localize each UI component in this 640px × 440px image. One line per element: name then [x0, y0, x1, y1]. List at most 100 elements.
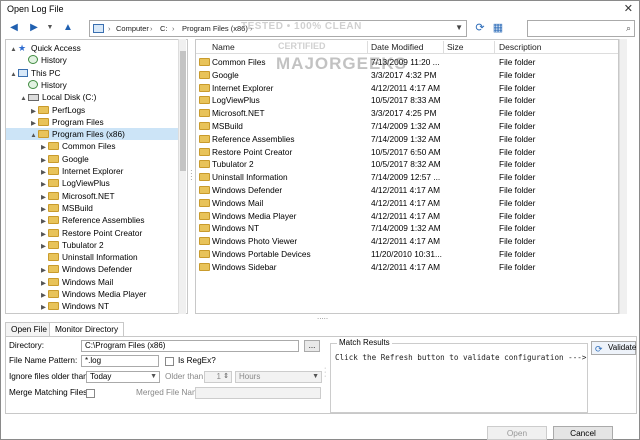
- breadcrumb-folder[interactable]: Program Files (x86): [182, 24, 248, 33]
- file-row[interactable]: Restore Point Creator 10/5/2017 6:50 AM Fi…: [196, 146, 618, 159]
- folder-icon: [199, 134, 210, 143]
- tree-item[interactable]: ▶ Windows Mail: [6, 276, 178, 288]
- file-row[interactable]: LogViewPlus 10/5/2017 8:33 AM File folder: [196, 94, 618, 107]
- column-divider: [494, 41, 495, 53]
- view-icon[interactable]: ▦: [491, 21, 505, 35]
- forward-arrow-icon[interactable]: ▶: [27, 21, 41, 35]
- file-row[interactable]: Windows Media Player 4/12/2011 4:17 AM Fil…: [196, 210, 618, 223]
- file-row[interactable]: MSBuild 7/14/2009 1:32 AM File folder: [196, 120, 618, 133]
- folder-icon: [199, 224, 210, 233]
- expand-icon[interactable]: ▶: [39, 302, 48, 313]
- file-description: File folder: [499, 82, 536, 93]
- file-name: Windows Media Player: [212, 210, 297, 221]
- cancel-button[interactable]: Cancel: [553, 426, 613, 440]
- file-row[interactable]: Microsoft.NET 3/3/2017 4:25 PM File folder: [196, 107, 618, 120]
- folder-icon: [199, 96, 210, 105]
- tree-item[interactable]: ▶ MSBuild: [6, 202, 178, 214]
- file-name: Windows Portable Devices: [212, 249, 311, 259]
- breadcrumb-drive[interactable]: C:: [160, 24, 168, 33]
- pattern-field[interactable]: *.log: [81, 355, 159, 367]
- tree-item[interactable]: Uninstall Information: [6, 251, 178, 263]
- file-row[interactable]: Common Files 7/13/2009 11:20 ... File fold…: [196, 56, 618, 69]
- up-arrow-icon[interactable]: ▲: [61, 21, 75, 35]
- ignore-select[interactable]: Today ▼: [86, 371, 160, 383]
- file-row[interactable]: Uninstall Information 7/14/2009 12:57 ...…: [196, 171, 618, 184]
- file-row[interactable]: Windows Sidebar 4/12/2011 4:17 AM File fol…: [196, 261, 618, 274]
- column-divider: [367, 41, 368, 53]
- regex-checkbox[interactable]: [165, 357, 174, 366]
- merged-name-field[interactable]: [195, 387, 321, 399]
- tree-item[interactable]: ▶ Windows Media Player: [6, 288, 178, 300]
- vertical-splitter[interactable]: · · · ·: [188, 39, 194, 314]
- refresh-icon: ⟳: [595, 344, 603, 354]
- tree-item[interactable]: ▶ Windows Defender: [6, 263, 178, 275]
- computer-icon: [18, 68, 28, 77]
- tree-item[interactable]: History: [6, 79, 178, 91]
- breadcrumb-computer[interactable]: Computer: [116, 24, 149, 33]
- recent-dropdown-icon[interactable]: ▼: [43, 21, 57, 35]
- file-row[interactable]: Windows Photo Viewer 4/12/2011 4:17 AM Fil…: [196, 235, 618, 248]
- address-bar[interactable]: › Computer › C: › Program Files (x86) › …: [89, 20, 467, 37]
- file-row[interactable]: Windows Portable Devices 11/20/2010 10:31…: [196, 248, 618, 261]
- tree-item[interactable]: ▲ This PC: [6, 67, 178, 79]
- file-name: Reference Assemblies: [212, 133, 295, 144]
- tree-item[interactable]: ▶ Internet Explorer: [6, 165, 178, 177]
- column-header-size[interactable]: Size: [447, 42, 464, 52]
- tree-item[interactable]: ▲★ Quick Access: [6, 42, 178, 54]
- tree-item[interactable]: ▶ Tubulator 2: [6, 239, 178, 251]
- date-modified: 4/12/2011 4:17 AM: [371, 236, 441, 247]
- file-list-scrollbar[interactable]: [619, 39, 627, 314]
- search-icon: ⌕: [625, 23, 631, 33]
- tree-item[interactable]: ▶ Reference Assemblies: [6, 214, 178, 226]
- file-row[interactable]: Reference Assemblies 7/14/2009 1:32 AM Fil…: [196, 133, 618, 146]
- file-row[interactable]: Windows NT 7/14/2009 1:32 AM File folder: [196, 222, 618, 235]
- match-results-message: Click the Refresh button to validate con…: [335, 353, 587, 362]
- back-arrow-icon[interactable]: ◀: [7, 21, 21, 35]
- file-row[interactable]: Windows Mail 4/12/2011 4:17 AM File folder: [196, 197, 618, 210]
- open-button[interactable]: Open: [487, 426, 547, 440]
- tree-item[interactable]: ▲ Local Disk (C:): [6, 91, 178, 103]
- tree-scrollbar-thumb[interactable]: [180, 51, 186, 171]
- file-name: Restore Point Creator: [212, 146, 293, 157]
- tree-item[interactable]: History: [6, 54, 178, 66]
- panel-splitter[interactable]: · · ·: [324, 365, 326, 380]
- file-name: Windows Defender: [212, 185, 283, 195]
- tree-item[interactable]: ▶ LogViewPlus: [6, 177, 178, 189]
- regex-label: Is RegEx?: [178, 356, 216, 365]
- tree-item-label: History: [41, 79, 67, 90]
- search-input[interactable]: ⌕: [527, 20, 635, 37]
- tree-item[interactable]: ▶ Program Files: [6, 116, 178, 128]
- tree-item[interactable]: ▶ Windows NT: [6, 300, 178, 312]
- tree-item[interactable]: ▶ Google: [6, 153, 178, 165]
- directory-field[interactable]: C:\Program Files (x86): [81, 340, 299, 352]
- older-than-stepper[interactable]: 1 ⇕: [204, 371, 232, 383]
- tree-item[interactable]: ▶ PerfLogs: [6, 104, 178, 116]
- tree-item[interactable]: ▶ Microsoft.NET: [6, 190, 178, 202]
- file-row[interactable]: Google 3/3/2017 4:32 PM File folder: [196, 69, 618, 82]
- tree-item[interactable]: ▲ Program Files (x86): [6, 128, 178, 141]
- file-row[interactable]: Tubulator 2 10/5/2017 8:32 AM File folder: [196, 158, 618, 171]
- file-row[interactable]: Internet Explorer 4/12/2011 4:17 AM File f…: [196, 82, 618, 95]
- validate-button[interactable]: ⟳ Validate: [591, 341, 636, 355]
- column-header-date-modified[interactable]: Date Modified: [371, 42, 423, 52]
- address-dropdown-icon[interactable]: ▼: [455, 23, 463, 32]
- tree-item[interactable]: ▶ Restore Point Creator: [6, 227, 178, 239]
- tab-open-file[interactable]: Open File: [5, 322, 53, 336]
- merge-checkbox[interactable]: [86, 389, 95, 398]
- refresh-icon[interactable]: ⟳: [473, 21, 487, 35]
- date-modified: 7/14/2009 1:32 AM: [371, 121, 441, 131]
- breadcrumb-separator: ›: [108, 24, 111, 33]
- tree-item-label: Microsoft.NET: [62, 190, 115, 201]
- older-unit-select[interactable]: Hours ▼: [235, 371, 322, 383]
- column-header-description[interactable]: Description: [499, 42, 542, 52]
- tree-scrollbar[interactable]: [178, 39, 186, 314]
- browse-button[interactable]: ...: [304, 340, 320, 352]
- horizontal-splitter[interactable]: .....: [5, 312, 637, 322]
- tree-item[interactable]: ▶ Common Files: [6, 140, 178, 152]
- date-modified: 11/20/2010 10:31...: [371, 249, 442, 259]
- tab-monitor-directory[interactable]: Monitor Directory: [49, 322, 125, 337]
- breadcrumb-separator: ›: [172, 24, 175, 33]
- file-row[interactable]: Windows Defender 4/12/2011 4:17 AM File fo…: [196, 184, 618, 197]
- column-header-name[interactable]: Name: [212, 42, 235, 52]
- close-icon[interactable]: ✕: [624, 2, 633, 15]
